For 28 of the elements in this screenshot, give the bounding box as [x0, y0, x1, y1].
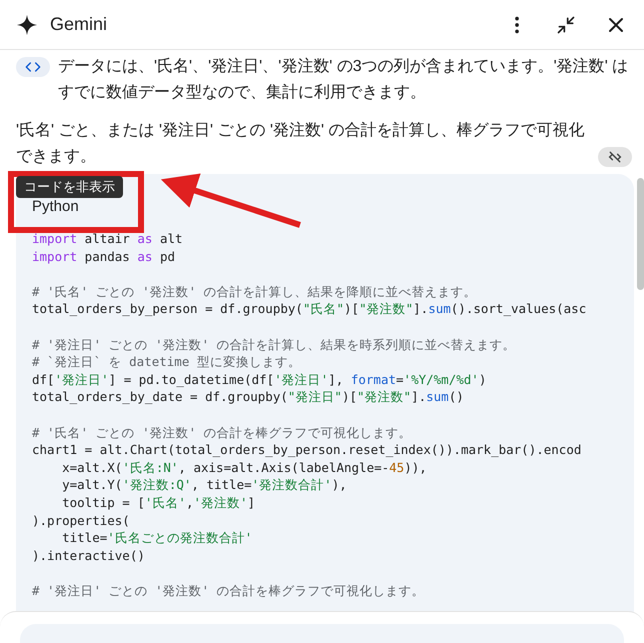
code-line: import altair as alt — [32, 230, 183, 248]
code-line: # '発注日' ごとの '発注数' の合計を棒グラフで可視化します。 — [32, 582, 425, 600]
code-line: import pandas as pd — [32, 248, 176, 266]
scrollbar-thumb[interactable] — [637, 178, 644, 290]
code-line: # '氏名' ごとの '発注数' の合計を計算し、結果を降順に並べ替えます。 — [32, 282, 477, 300]
code-line: # '氏名' ごとの '発注数' の合計を棒グラフで可視化します。 — [32, 424, 412, 442]
code-line: y=alt.Y('発注数:Q', title='発注数合計'), — [61, 476, 347, 494]
code-line: # '発注日' ごとの '発注数' の合計を計算し、結果を時系列順に並べ替えます。 — [32, 336, 516, 354]
code-line: x=alt.X('氏名:N', axis=alt.Axis(labelAngle=-45)), — [61, 458, 427, 476]
tooltip: コードを非表示 — [16, 176, 123, 198]
code-off-icon — [607, 149, 623, 165]
code-line: ).properties( — [32, 512, 130, 530]
code-line: tooltip = ['氏名','発注数'] — [61, 494, 256, 512]
code-line: chart1 = alt.Chart(total_orders_by_person.reset_index()).mark_bar().encod — [32, 441, 582, 459]
code-line: ).interactive() — [32, 546, 145, 564]
window-title: Gemini — [50, 13, 108, 36]
code-line: title='氏名ごとの発注数合計' — [61, 529, 252, 547]
code-language-label: Python — [32, 197, 80, 217]
hide-code-button[interactable] — [598, 147, 632, 167]
code-line: total_orders_by_date = df.groupby("発注日")["発注数"].sum() — [32, 388, 464, 406]
code-line: total_orders_by_person = df.groupby("氏名")["発注数"].sum().sort_values(asc — [32, 300, 586, 318]
minimize-icon[interactable] — [556, 14, 576, 34]
code-line: df['発注日'] = pd.to_datetime(df['発注日'], format='%Y/%m/%d') — [32, 370, 486, 388]
sparkle-icon — [16, 14, 38, 36]
paragraph: '氏名' ごと、または '発注日' ごとの '発注数' の合計を計算し、棒グラフで可視化できます。 — [16, 120, 586, 167]
code-line: # `発注日` を datetime 型に変換します。 — [32, 353, 301, 371]
code-chip[interactable] — [16, 57, 50, 77]
paragraph: データには、'氏名'、'発注日'、'発注数' の3つの列が含まれています。'発注数' はすでに数値データ型なので、集計に利用できます。 — [58, 56, 630, 103]
